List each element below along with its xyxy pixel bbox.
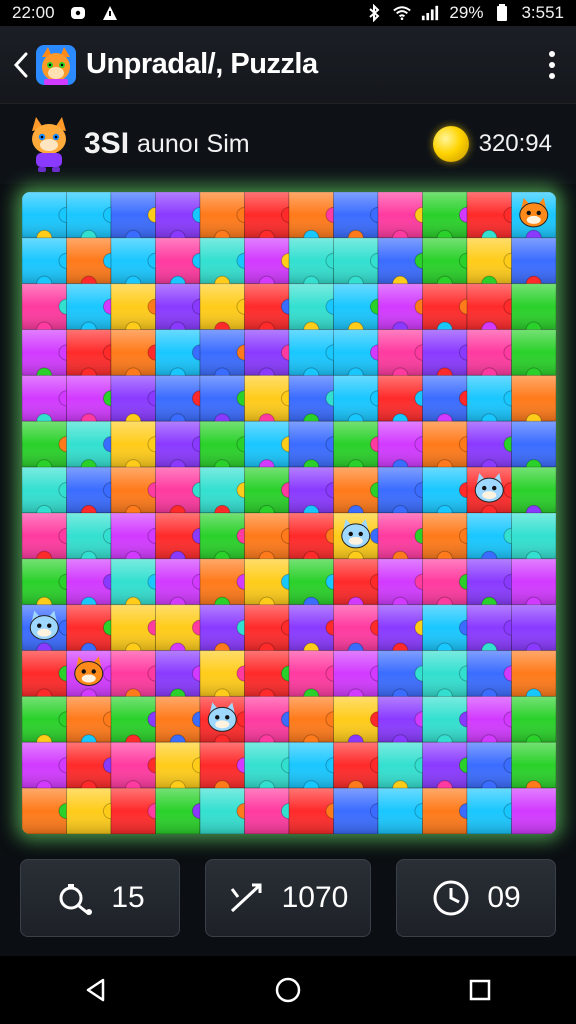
back-button[interactable] — [10, 45, 32, 85]
hint-button[interactable]: 15 — [20, 859, 180, 937]
score-value: 3SI — [84, 127, 130, 160]
score-row: 3SI aunoı Sim 320:94 — [0, 104, 576, 184]
score-label: aunoı Sim — [137, 129, 250, 158]
tool-row: 15 1070 09 — [0, 856, 576, 940]
timer-icon — [433, 880, 469, 916]
player-fox-avatar — [24, 115, 74, 173]
nav-back-button[interactable] — [74, 968, 118, 1012]
system-nav-bar — [0, 956, 576, 1024]
notification-icon — [69, 4, 87, 22]
nav-recents-button[interactable] — [458, 968, 502, 1012]
bluetooth-icon — [365, 4, 383, 22]
coin-counter: 320:94 — [432, 126, 552, 162]
alert-icon — [101, 4, 119, 22]
timer-count: 09 — [487, 881, 521, 914]
square-recents-icon — [469, 979, 491, 1001]
app-bar: Unpradal/, Puzzla — [0, 26, 576, 104]
wifi-icon — [393, 4, 412, 22]
chevron-left-icon — [13, 52, 28, 77]
app-logo-fox-avatar — [34, 43, 78, 87]
overflow-menu-button[interactable] — [538, 45, 566, 85]
wand-count: 1070 — [281, 881, 349, 914]
triangle-back-icon — [86, 978, 105, 1002]
puzzle-board[interactable] — [22, 192, 556, 834]
battery-icon — [493, 4, 511, 22]
coin-icon — [432, 126, 469, 162]
status-bar: 22:00 29% 3:551 — [0, 0, 576, 26]
status-clock: 3:551 — [521, 3, 564, 22]
coin-value: 320:94 — [478, 130, 552, 157]
hint-count: 15 — [111, 881, 145, 914]
signal-icon — [421, 4, 439, 22]
magic-wand-icon — [230, 883, 262, 913]
nav-home-button[interactable] — [266, 968, 310, 1012]
app-title: Unpradal/, Puzzla — [86, 48, 318, 80]
circle-home-icon — [275, 977, 301, 1003]
battery-percent: 29% — [449, 3, 484, 22]
magic-wand-button[interactable]: 1070 — [205, 859, 371, 937]
status-time: 22:00 — [12, 3, 55, 22]
kebab-menu-icon — [549, 50, 555, 57]
puzzle-grid[interactable] — [22, 192, 556, 834]
puzzle-piece[interactable] — [511, 787, 557, 834]
hint-icon — [59, 884, 93, 916]
timer-button[interactable]: 09 — [396, 859, 556, 937]
